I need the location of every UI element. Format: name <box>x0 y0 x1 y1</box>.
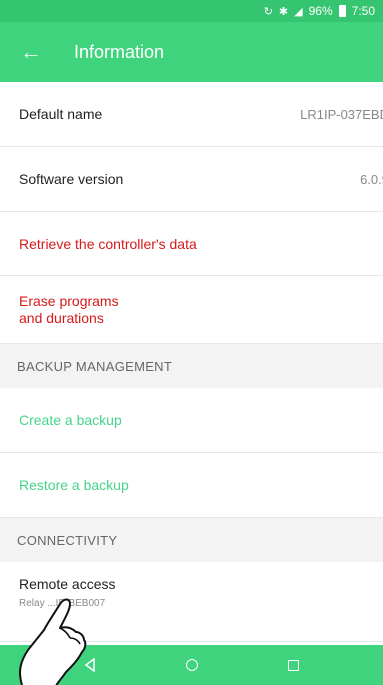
create-backup-button[interactable]: Create a backup <box>0 388 383 453</box>
battery-icon <box>338 5 346 17</box>
status-bar: ↻ ✱ ◢ 96% 7:50 <box>0 0 383 22</box>
nav-home-icon[interactable] <box>186 659 198 671</box>
default-name-row: Default name LR1IP-037EBD <box>0 82 383 147</box>
remote-access-button[interactable]: Remote access Relay ...IB-BEB007 <box>0 562 383 642</box>
restore-backup-button[interactable]: Restore a backup <box>0 453 383 518</box>
signal-icon: ◢ <box>294 5 303 18</box>
nav-back-icon[interactable] <box>84 658 96 672</box>
erase-line-2: and durations <box>19 309 104 326</box>
nav-recents-icon[interactable] <box>288 659 299 671</box>
software-version-value: 6.0.9 <box>360 171 383 187</box>
remote-access-subtitle: Relay ...IB-BEB007 <box>19 598 106 609</box>
retrieve-data-button[interactable]: Retrieve the controller's data <box>0 212 383 276</box>
restore-backup-label: Restore a backup <box>19 477 129 493</box>
retrieve-data-label: Retrieve the controller's data <box>19 235 197 252</box>
back-arrow-icon[interactable]: ← <box>20 41 60 63</box>
clock: 7:50 <box>351 4 375 18</box>
software-version-row: Software version 6.0.9 <box>0 147 383 212</box>
battery-percent: 96% <box>308 4 333 18</box>
app-bar: ← Information <box>0 22 383 82</box>
settings-list: Default name LR1IP-037EBD Software versi… <box>0 82 383 642</box>
connectivity-section-header: CONNECTIVITY <box>0 518 383 562</box>
system-nav-bar <box>0 645 383 685</box>
erase-line-1: Erase programs <box>19 292 119 309</box>
default-name-label: Default name <box>19 106 103 122</box>
backup-section-header: BACKUP MANAGEMENT <box>0 344 383 388</box>
bluetooth-icon: ✱ <box>278 5 289 18</box>
erase-programs-label: Erase programs and durations <box>19 293 119 327</box>
remote-access-label: Remote access <box>19 576 116 592</box>
create-backup-label: Create a backup <box>19 412 122 428</box>
default-name-value: LR1IP-037EBD <box>300 106 383 122</box>
software-version-label: Software version <box>19 171 124 187</box>
erase-programs-button[interactable]: Erase programs and durations <box>0 276 383 344</box>
page-title: Information <box>74 41 165 62</box>
sync-icon: ↻ <box>263 5 273 18</box>
